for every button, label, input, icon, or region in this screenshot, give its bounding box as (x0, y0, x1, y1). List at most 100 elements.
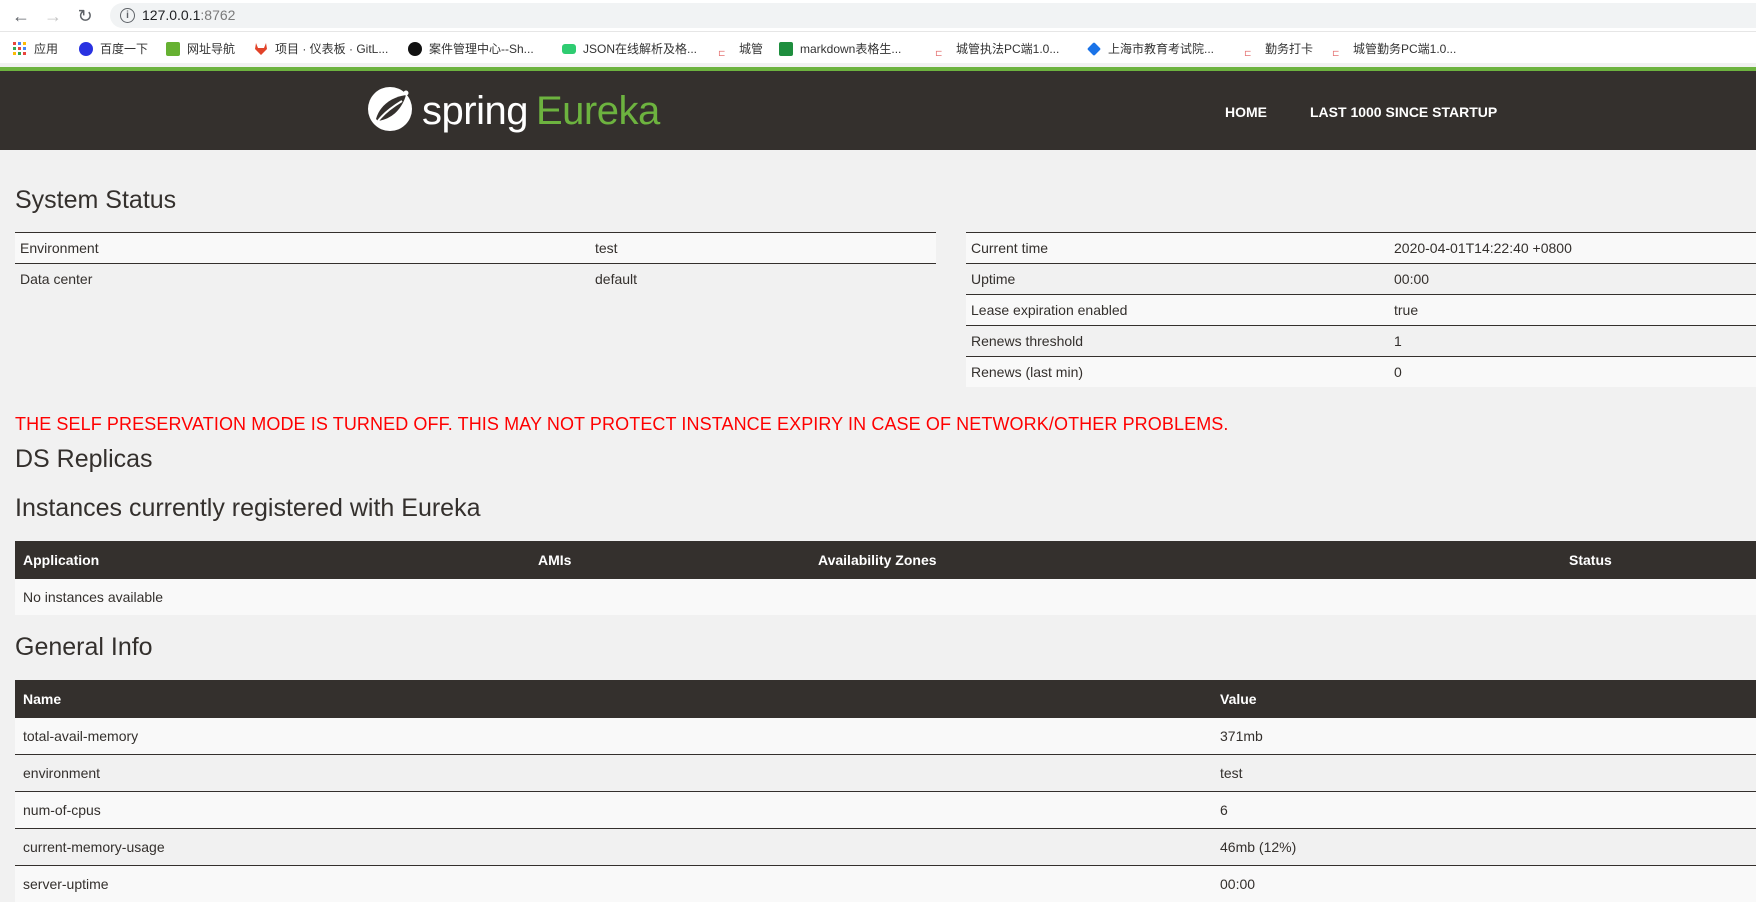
baidu-paw-icon (79, 42, 93, 56)
column-header-availability-zones: Availability Zones (810, 541, 1561, 579)
status-value: 0 (1389, 356, 1756, 387)
status-value: 1 (1389, 325, 1756, 357)
status-key: Current time (966, 232, 1389, 264)
info-value: 00:00 (1212, 865, 1756, 902)
system-status-left-table: Environment test Data center default (15, 232, 936, 294)
bookmark-label: 项目 · 仪表板 · GitL... (275, 42, 389, 56)
table-row: environment test (15, 754, 1756, 792)
spring-leaf-icon (368, 87, 412, 131)
empty-instances-message: No instances available (15, 578, 1756, 615)
page-icon: ⊏ (1332, 48, 1340, 58)
general-info-table: Name Value total-avail-memory 371mb envi… (15, 680, 1756, 902)
nav-last-1000-link[interactable]: LAST 1000 SINCE STARTUP (1310, 104, 1497, 120)
instances-table: Application AMIs Availability Zones Stat… (15, 541, 1756, 615)
bookmark-label: 上海市教育考试院... (1108, 42, 1215, 56)
instances-heading: Instances currently registered with Eure… (15, 494, 481, 522)
table-row: server-uptime 00:00 (15, 865, 1756, 902)
address-bar[interactable]: i 127.0.0.1:8762 (110, 3, 1756, 28)
table-row: Uptime 00:00 (966, 263, 1756, 295)
info-value: 371mb (1212, 717, 1756, 755)
info-name: current-memory-usage (15, 828, 1212, 866)
status-value: 2020-04-01T14:22:40 +0800 (1389, 232, 1756, 264)
column-header-amis: AMIs (530, 541, 810, 579)
bookmark-attendance[interactable]: ⊏ 勤务打卡 (1244, 40, 1313, 62)
system-status-right-table: Current time 2020-04-01T14:22:40 +0800 U… (966, 232, 1756, 387)
info-value: 6 (1212, 791, 1756, 829)
url-host: 127.0.0.1 (142, 7, 201, 23)
reload-icon[interactable]: ↻ (74, 5, 96, 27)
table-row: Renews (last min) 0 (966, 356, 1756, 387)
bookmark-label: JSON在线解析及格... (583, 42, 698, 56)
general-info-heading: General Info (15, 633, 153, 661)
browser-toolbar: ← → ↻ i 127.0.0.1:8762 (0, 0, 1756, 32)
back-arrow-icon[interactable]: ← (10, 5, 32, 27)
status-key: Renews threshold (966, 325, 1389, 357)
nav-home-link[interactable]: HOME (1225, 104, 1267, 120)
table-header-row: Name Value (15, 680, 1756, 718)
info-value: test (1212, 754, 1756, 792)
page-icon: ⊏ (718, 48, 726, 58)
bookmark-duty-pc[interactable]: ⊏ 城管勤务PC端1.0... (1332, 40, 1456, 62)
bookmark-label: 城管执法PC端1.0... (956, 42, 1060, 56)
bookmark-label: markdown表格生... (800, 42, 902, 56)
page-icon: ⊏ (1244, 48, 1252, 58)
table-row: current-memory-usage 46mb (12%) (15, 828, 1756, 866)
bookmark-markdown[interactable]: markdown表格生... (779, 40, 901, 57)
bookmark-label: 城管 (739, 42, 764, 56)
table-row: num-of-cpus 6 (15, 791, 1756, 829)
brand-spring-text: spring (422, 89, 528, 133)
page-icon: ⊏ (935, 48, 943, 58)
apps-grid-icon (13, 42, 27, 56)
edu-icon (1087, 42, 1101, 56)
bookmark-hao123[interactable]: 网址导航 (166, 40, 235, 57)
bookmark-enforcement-pc[interactable]: ⊏ 城管执法PC端1.0... (935, 40, 1059, 62)
table-icon (779, 42, 793, 56)
bookmark-label: 城管勤务PC端1.0... (1353, 42, 1457, 56)
info-value: 46mb (12%) (1212, 828, 1756, 866)
bookmark-label: 勤务打卡 (1265, 42, 1314, 56)
table-row: total-avail-memory 371mb (15, 717, 1756, 755)
ds-replicas-heading: DS Replicas (15, 445, 153, 473)
system-status-heading: System Status (15, 186, 177, 214)
bookmark-baidu[interactable]: 百度一下 (79, 40, 148, 57)
table-row: No instances available (15, 578, 1756, 615)
gitlab-fox-icon (254, 42, 268, 56)
self-preservation-warning: THE SELF PRESERVATION MODE IS TURNED OFF… (15, 414, 1229, 434)
table-row: Current time 2020-04-01T14:22:40 +0800 (966, 232, 1756, 264)
table-row: Renews threshold 1 (966, 325, 1756, 357)
url-port: :8762 (200, 7, 236, 23)
table-row: Lease expiration enabled true (966, 294, 1756, 326)
info-name: server-uptime (15, 865, 1212, 902)
table-row: Environment test (15, 232, 936, 264)
column-header-name: Name (15, 680, 1212, 718)
bookmark-label: 网址导航 (187, 42, 236, 56)
table-header-row: Application AMIs Availability Zones Stat… (15, 541, 1756, 579)
bookmark-label: 案件管理中心--Sh... (429, 42, 534, 56)
table-row: Data center default (15, 263, 936, 294)
feather-icon (408, 42, 422, 56)
forward-arrow-icon[interactable]: → (42, 5, 64, 27)
status-key: Environment (15, 232, 590, 264)
brand-eureka-text: Eureka (536, 89, 660, 133)
hao123-icon (166, 42, 180, 56)
bookmark-apps[interactable]: 应用 (13, 40, 58, 57)
bookmark-label: 百度一下 (100, 42, 149, 56)
info-name: environment (15, 754, 1212, 792)
status-value: 00:00 (1389, 263, 1756, 295)
status-value: default (590, 263, 936, 294)
status-value: true (1389, 294, 1756, 326)
bookmark-gitlab[interactable]: 项目 · 仪表板 · GitL... (254, 40, 388, 57)
bookmark-shanghai-edu[interactable]: 上海市教育考试院... (1087, 40, 1214, 57)
bookmark-chengguan[interactable]: ⊏ 城管 (718, 40, 763, 62)
url-text: 127.0.0.1:8762 (142, 7, 235, 23)
json-icon (562, 44, 576, 54)
info-name: num-of-cpus (15, 791, 1212, 829)
site-info-icon[interactable]: i (120, 8, 135, 23)
bookmark-case-center[interactable]: 案件管理中心--Sh... (408, 40, 534, 57)
bookmark-label: 应用 (34, 42, 59, 56)
status-value: test (590, 232, 936, 264)
bookmark-json[interactable]: JSON在线解析及格... (562, 40, 697, 57)
bookmarks-bar: 应用 百度一下 网址导航 项目 · 仪表板 · GitL... 案件管理中心--… (0, 32, 1756, 63)
status-key: Lease expiration enabled (966, 294, 1389, 326)
info-name: total-avail-memory (15, 717, 1212, 755)
